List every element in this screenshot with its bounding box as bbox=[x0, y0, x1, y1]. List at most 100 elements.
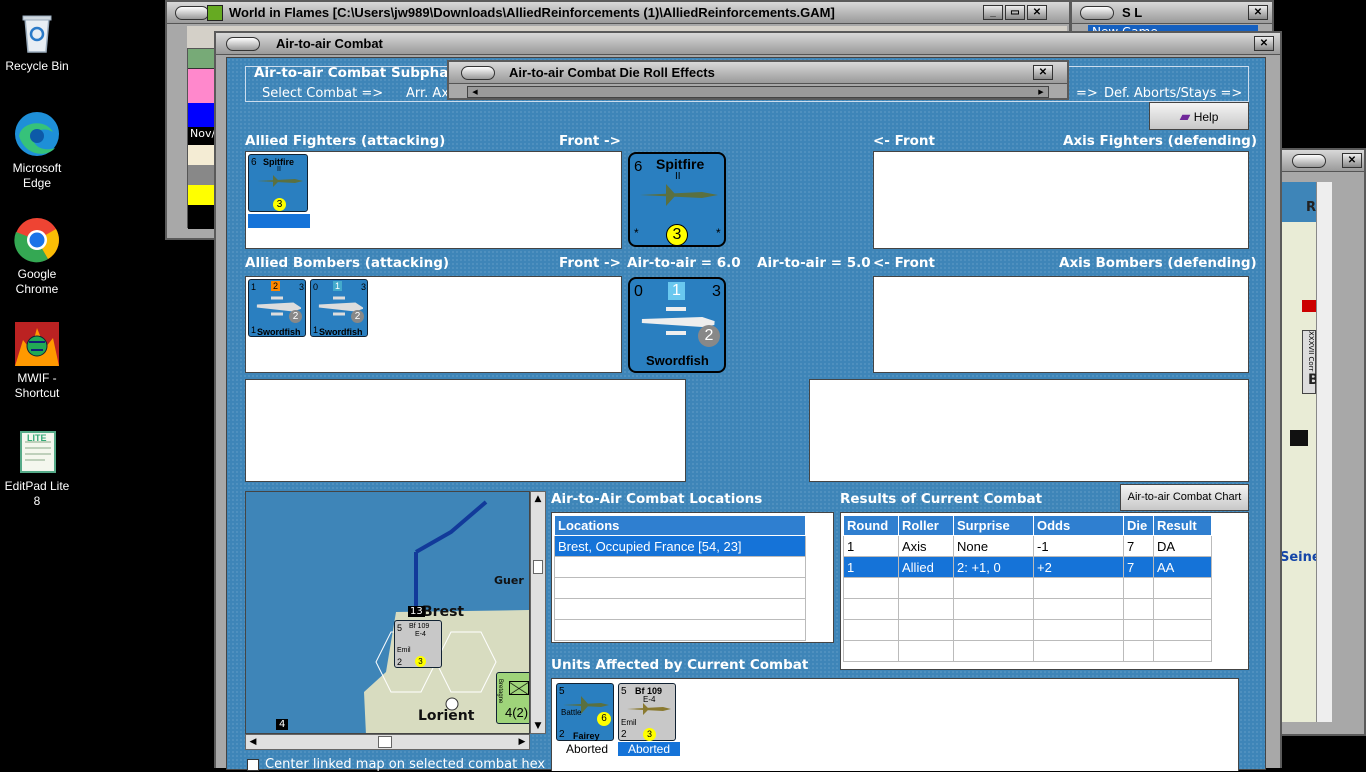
subphase-step-select[interactable]: Select Combat => bbox=[262, 86, 383, 101]
location-row[interactable]: Brest, Occupied France [54, 23] bbox=[554, 535, 806, 557]
swordfish-counter-1[interactable]: 1 2 3 2 1 Swordfish bbox=[248, 279, 306, 337]
results-table: Round Roller Surprise Odds Die Result 1 … bbox=[843, 515, 1212, 662]
axis-fighters-box[interactable] bbox=[873, 151, 1249, 249]
units-affected-box[interactable]: 5 Battle 6 2 Fairey Aborted 5 Bf 109 E-4… bbox=[551, 678, 1239, 771]
mwif-icon bbox=[13, 320, 61, 368]
scroll-right-arrow[interactable]: ▶ bbox=[515, 735, 529, 749]
map-scrollbar-right[interactable] bbox=[1316, 182, 1332, 722]
results-row[interactable] bbox=[843, 577, 1212, 599]
date-stub: Nov/ bbox=[188, 127, 215, 145]
axis-bombers-box[interactable] bbox=[873, 276, 1249, 373]
results-cell: -1 bbox=[1033, 535, 1124, 557]
unit-strength: 6 bbox=[634, 158, 643, 175]
minimap-stack-count: 13 bbox=[408, 606, 425, 617]
unit-value: 5 bbox=[397, 623, 403, 633]
desktop-icon-mwif[interactable]: MWIF - Shortcut bbox=[0, 320, 74, 401]
help-button[interactable]: ▰ Help bbox=[1149, 102, 1249, 130]
unit-strength: 6 bbox=[251, 157, 257, 168]
allied-extra-box[interactable] bbox=[245, 379, 686, 482]
scroll-left-arrow[interactable]: ◀ bbox=[468, 87, 482, 97]
results-row[interactable]: 1 Allied 2: +1, 0 +2 7 AA bbox=[843, 556, 1212, 578]
tray-cell bbox=[188, 205, 214, 229]
minimap-zoom-level: 4 bbox=[276, 719, 289, 730]
unit-name: Swordfish bbox=[646, 353, 709, 368]
bf109-counter[interactable]: 5 Bf 109 E-4 Emil 2 3 bbox=[618, 683, 676, 741]
close-button[interactable]: ✕ bbox=[1342, 153, 1362, 168]
results-cell: Axis bbox=[898, 535, 954, 557]
locations-list[interactable]: Locations Brest, Occupied France [54, 23… bbox=[551, 512, 834, 643]
minimap-hscrollbar[interactable]: ◀ ▶ bbox=[245, 734, 530, 750]
close-button[interactable]: ✕ bbox=[1033, 65, 1053, 80]
center-map-checkbox[interactable] bbox=[247, 759, 259, 771]
axis-extra-box[interactable] bbox=[809, 379, 1249, 482]
unit-value: 2 bbox=[698, 325, 720, 347]
results-cell: 1 bbox=[843, 535, 899, 557]
location-row[interactable] bbox=[554, 598, 806, 620]
results-row[interactable] bbox=[843, 640, 1212, 662]
air-combat-body: Air-to-air Combat Subphas Select Combat … bbox=[226, 57, 1266, 772]
desktop-icon-edge[interactable]: Microsoft Edge bbox=[0, 110, 74, 191]
results-header-odds: Odds bbox=[1033, 515, 1124, 536]
unit-model: Battle bbox=[561, 708, 582, 717]
unit-value: 1 bbox=[668, 282, 685, 300]
infantry-symbol-icon bbox=[509, 681, 529, 695]
minimap-bf109-counter[interactable]: 5 Bf 109 E-4 Emil 2 3 bbox=[394, 620, 442, 668]
allied-fighters-box[interactable]: 6 Spitfire II 3 bbox=[245, 151, 622, 249]
combat-chart-button[interactable]: Air-to-air Combat Chart bbox=[1120, 484, 1249, 511]
unit-value: 1 bbox=[251, 325, 257, 335]
scroll-left-arrow[interactable]: ◀ bbox=[246, 735, 260, 749]
help-book-icon: ▰ bbox=[1179, 108, 1191, 124]
spitfire-counter-large[interactable]: 6 Spitfire II 3 * * bbox=[628, 152, 726, 247]
allied-bombers-box[interactable]: 1 2 3 2 1 Swordfish 0 1 3 2 1 Swordfish bbox=[245, 276, 622, 373]
scroll-right-arrow[interactable]: ▶ bbox=[1034, 87, 1048, 97]
svg-text:LITE: LITE bbox=[27, 433, 47, 443]
die-roll-window: Air-to-air Combat Die Roll Effects ✕ ◀ ▶ bbox=[447, 60, 1069, 100]
close-button[interactable]: ✕ bbox=[1027, 5, 1047, 20]
tray-cell bbox=[188, 165, 214, 185]
desktop-icon-editpad[interactable]: LITE EditPad Lite 8 bbox=[0, 428, 74, 509]
results-row[interactable]: 1 Axis None -1 7 DA bbox=[843, 535, 1212, 557]
minimize-button[interactable]: _ bbox=[983, 5, 1003, 20]
results-row[interactable] bbox=[843, 619, 1212, 641]
unit-name: Fairey bbox=[573, 731, 600, 741]
aircraft-silhouette-icon bbox=[627, 703, 671, 715]
fairey-battle-counter[interactable]: 5 Battle 6 2 Fairey bbox=[556, 683, 614, 741]
unit-strength: 4(2) bbox=[505, 705, 529, 720]
scroll-thumb[interactable] bbox=[378, 736, 392, 748]
subphase-step-def-aborts[interactable]: Def. Aborts/Stays => bbox=[1104, 86, 1242, 101]
close-button[interactable]: ✕ bbox=[1254, 36, 1274, 51]
desktop-icon-chrome[interactable]: Google Chrome bbox=[0, 216, 74, 297]
subphase-step-arrival[interactable]: Arr. Axi bbox=[406, 86, 453, 101]
scroll-down-arrow[interactable]: ▼ bbox=[531, 719, 545, 733]
minimap-land-unit[interactable]: Bretagne 4(2) bbox=[496, 672, 529, 724]
window-menu-pill bbox=[461, 66, 495, 80]
swordfish-counter-2[interactable]: 0 1 3 2 1 Swordfish bbox=[310, 279, 368, 337]
front-arrow-bombers: Front -> bbox=[559, 255, 621, 271]
combat-minimap[interactable]: Brest Lorient Guer 13 5 Bf 109 E-4 Emil … bbox=[245, 491, 530, 734]
desktop-icon-recycle-bin[interactable]: Recycle Bin bbox=[0, 8, 74, 74]
unit-value: 3 bbox=[299, 282, 305, 292]
swordfish-counter-large[interactable]: 0 1 3 2 Swordfish bbox=[628, 277, 726, 373]
results-table-box[interactable]: Round Roller Surprise Odds Die Result 1 … bbox=[840, 512, 1249, 670]
subphase-title: Air-to-air Combat Subphas bbox=[254, 65, 457, 81]
close-button[interactable]: ✕ bbox=[1248, 5, 1268, 20]
unit-star: * bbox=[716, 226, 721, 240]
minimap-vscrollbar[interactable]: ▲ ▼ bbox=[530, 491, 546, 734]
unit-label: Bretagne bbox=[497, 679, 503, 704]
spitfire-counter-small[interactable]: 6 Spitfire II 3 bbox=[248, 154, 308, 212]
die-roll-scrollbar[interactable]: ◀ ▶ bbox=[467, 86, 1049, 98]
unit-star: * bbox=[634, 226, 639, 240]
tray-cell bbox=[188, 145, 214, 165]
results-cell: DA bbox=[1153, 535, 1212, 557]
scroll-thumb[interactable] bbox=[533, 560, 543, 574]
location-row[interactable] bbox=[554, 619, 806, 641]
scroll-up-arrow[interactable]: ▲ bbox=[531, 492, 545, 506]
aircraft-silhouette-icon bbox=[257, 175, 303, 187]
results-row[interactable] bbox=[843, 598, 1212, 620]
restore-button[interactable]: ▭ bbox=[1005, 5, 1025, 20]
location-row[interactable] bbox=[554, 556, 806, 578]
results-title: Results of Current Combat bbox=[840, 491, 1043, 507]
minimap-label-lorient: Lorient bbox=[418, 708, 475, 724]
location-row[interactable] bbox=[554, 577, 806, 599]
results-cell: +2 bbox=[1033, 556, 1124, 578]
